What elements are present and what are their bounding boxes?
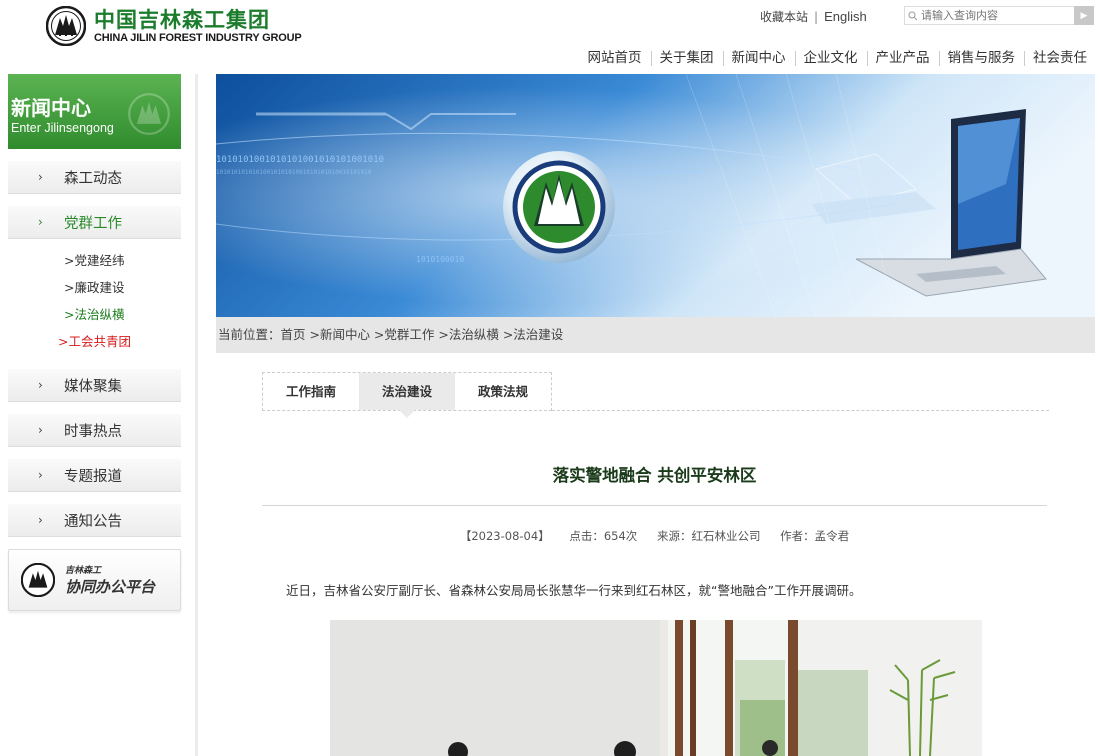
tab-policy-regulations[interactable]: 政策法规 xyxy=(455,373,551,410)
site-logo[interactable]: 中国吉林森工集团 CHINA JILIN FOREST INDUSTRY GRO… xyxy=(46,6,302,46)
sidebar-item-forest-news[interactable]: › 森工动态 xyxy=(8,161,181,194)
svg-text:10101010101010100101: 10101010101010100101 xyxy=(631,169,704,176)
oa-platform-link[interactable]: 吉林森工 协同办公平台 xyxy=(8,549,181,611)
article-body: 近日，吉林省公安厅副厅长、省森林公安局局长张慧华一行来到红石林区，就“警地融合”… xyxy=(286,583,862,598)
chevron-right-icon: › xyxy=(38,378,43,392)
link-separator: | xyxy=(814,9,819,24)
submenu-item-integrity[interactable]: >廉政建设 xyxy=(64,274,181,301)
search-box xyxy=(904,6,1076,25)
favorite-link[interactable]: 收藏本站 xyxy=(760,8,808,25)
arrow-right-icon: ▶ xyxy=(1080,10,1088,21)
emblem-watermark-icon xyxy=(128,93,170,135)
article-author: 作者：孟令君 xyxy=(780,529,850,543)
english-link[interactable]: English xyxy=(824,9,867,24)
tab-container: 工作指南 法治建设 政策法规 xyxy=(262,372,552,418)
sidebar-header: 新闻中心 Enter Jilinsengong xyxy=(8,74,181,149)
chevron-right-icon: › xyxy=(38,215,43,229)
submenu-item-rule-of-law[interactable]: >法治纵横 xyxy=(64,301,181,328)
logo-english-name: CHINA JILIN FOREST INDUSTRY GROUP xyxy=(94,32,302,44)
column-divider xyxy=(195,74,198,756)
sidebar-item-label: 专题报道 xyxy=(64,468,122,485)
sidebar-item-current-affairs[interactable]: › 时事热点 xyxy=(8,414,181,447)
submenu-item-party-building[interactable]: >党建经纬 xyxy=(64,247,181,274)
article-date: 【2023-08-04】 xyxy=(459,529,550,543)
nav-home[interactable]: 网站首页 xyxy=(579,46,651,70)
sidebar-submenu: >党建经纬 >廉政建设 >法治纵横 >工会共青团 xyxy=(8,239,181,357)
sidebar-item-label: 森工动态 xyxy=(64,170,122,187)
sidebar-item-label: 时事热点 xyxy=(64,423,122,440)
search-input[interactable] xyxy=(921,7,1071,24)
oa-title: 协同办公平台 xyxy=(65,578,156,596)
sidebar-item-notices[interactable]: › 通知公告 xyxy=(8,504,181,537)
article-clicks: 点击：654次 xyxy=(569,529,638,543)
chevron-right-icon: › xyxy=(38,423,43,437)
nav-social-responsibility[interactable]: 社会责任 xyxy=(1024,46,1096,70)
oa-brand: 吉林森工 xyxy=(65,566,102,576)
banner-image: 1010101001010101001010101001010 10101010… xyxy=(216,74,1095,317)
nav-news[interactable]: 新闻中心 xyxy=(722,46,795,70)
sidebar-item-label: 通知公告 xyxy=(64,513,122,530)
search-icon xyxy=(905,7,921,24)
sidebar-item-party-work[interactable]: › 党群工作 xyxy=(8,206,181,239)
submenu-label: 党建经纬 xyxy=(74,253,125,268)
tab-bar: 工作指南 法治建设 政策法规 xyxy=(262,372,1049,418)
forest-emblem-icon xyxy=(21,563,55,597)
tab-divider xyxy=(552,410,1049,411)
article-photo xyxy=(330,620,982,756)
nav-sales-service[interactable]: 销售与服务 xyxy=(938,46,1025,70)
svg-text:1010100010: 1010100010 xyxy=(416,255,464,264)
sidebar-item-media[interactable]: › 媒体聚集 xyxy=(8,369,181,402)
article-divider xyxy=(262,505,1047,506)
svg-text:101010101010100101010100101010: 1010101010101001010101001010101010010101… xyxy=(216,169,372,176)
svg-text:101010100101010100101010100101: 1010101001010101001010101001010 xyxy=(216,155,384,165)
logo-chinese-name: 中国吉林森工集团 xyxy=(94,8,270,32)
submenu-item-union-youth[interactable]: >工会共青团 xyxy=(58,328,181,355)
sidebar-item-label: 媒体聚集 xyxy=(64,378,122,395)
search-button[interactable]: ▶ xyxy=(1074,6,1094,25)
main-nav: 网站首页 关于集团 新闻中心 企业文化 产业产品 销售与服务 社会责任 xyxy=(579,46,1097,70)
sidebar-item-special-reports[interactable]: › 专题报道 xyxy=(8,459,181,492)
forest-emblem-icon xyxy=(46,6,86,46)
sidebar: 新闻中心 Enter Jilinsengong › 森工动态 › 党群工作 >党… xyxy=(8,74,181,611)
site-header: 中国吉林森工集团 CHINA JILIN FOREST INDUSTRY GRO… xyxy=(0,0,1100,74)
breadcrumb: 当前位置：首页 >新闻中心 >党群工作 >法治纵横 >法治建设 xyxy=(216,317,1095,353)
top-links: 收藏本站 | English xyxy=(760,8,867,25)
chevron-right-icon: › xyxy=(38,170,43,184)
tab-work-guide[interactable]: 工作指南 xyxy=(263,373,359,410)
chevron-right-icon: › xyxy=(38,468,43,482)
nav-about[interactable]: 关于集团 xyxy=(650,46,723,70)
article-title: 落实警地融合 共创平安林区 xyxy=(552,466,757,485)
article-source: 来源：红石林业公司 xyxy=(656,529,761,543)
nav-culture[interactable]: 企业文化 xyxy=(794,46,867,70)
submenu-label: 法治纵横 xyxy=(74,307,125,322)
article-meta: 【2023-08-04】 点击：654次 来源：红石林业公司 作者：孟令君 xyxy=(262,528,1047,544)
submenu-label: 工会共青团 xyxy=(68,334,131,349)
sidebar-item-label: 党群工作 xyxy=(64,215,122,232)
tab-rule-of-law[interactable]: 法治建设 xyxy=(359,373,455,418)
chevron-right-icon: › xyxy=(38,513,43,527)
submenu-label: 廉政建设 xyxy=(74,280,125,295)
nav-products[interactable]: 产业产品 xyxy=(866,46,939,70)
